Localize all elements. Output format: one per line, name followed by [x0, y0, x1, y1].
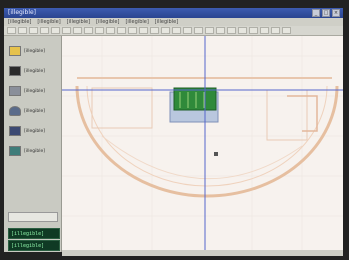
toolbar-button[interactable]	[260, 27, 269, 34]
grid	[62, 36, 343, 250]
menu-item-1[interactable]: [illegible]	[8, 18, 31, 26]
status-readout: [illegible]	[8, 240, 60, 251]
toolbar	[4, 26, 343, 36]
tool-label: [illegible]	[24, 48, 46, 54]
drawing-canvas[interactable]	[62, 36, 343, 250]
toolbar-button[interactable]	[139, 27, 148, 34]
room-outline	[266, 89, 308, 141]
status-readout: [illegible]	[8, 228, 60, 239]
maximize-button[interactable]: □	[322, 9, 330, 17]
tool-layer[interactable]: [illegible]	[9, 84, 55, 98]
room-outline	[91, 87, 153, 129]
tool-label: [illegible]	[24, 148, 46, 154]
menu-item-2[interactable]: [illegible]	[37, 18, 60, 26]
close-button[interactable]: ×	[332, 9, 340, 17]
camera-icon	[9, 126, 21, 136]
toolbar-button[interactable]	[249, 27, 258, 34]
window-title: [illegible]	[8, 9, 37, 16]
toolbar-button[interactable]	[73, 27, 82, 34]
screen: [illegible] _ □ × [illegible] [illegible…	[0, 0, 349, 260]
tool-label: [illegible]	[24, 128, 46, 134]
tool-label: [illegible]	[24, 68, 46, 74]
monitor-icon	[9, 66, 21, 76]
menu-item-4[interactable]: [illegible]	[96, 18, 119, 26]
toolbar-button[interactable]	[51, 27, 60, 34]
toolbar-button[interactable]	[29, 27, 38, 34]
toolbar-button[interactable]	[282, 27, 291, 34]
layer-icon	[9, 86, 21, 96]
menu-item-5[interactable]: [illegible]	[125, 18, 148, 26]
tool-label: [illegible]	[24, 88, 46, 94]
toolbar-button[interactable]	[7, 27, 16, 34]
toolbar-button[interactable]	[84, 27, 93, 34]
toolbar-button[interactable]	[95, 27, 104, 34]
floor-plan-drawing	[62, 36, 343, 250]
toolbar-button[interactable]	[216, 27, 225, 34]
menu-item-3[interactable]: [illegible]	[67, 18, 90, 26]
minimize-button[interactable]: _	[312, 9, 320, 17]
tool-person[interactable]: [illegible]	[9, 104, 55, 118]
toolbar-button[interactable]	[271, 27, 280, 34]
menu-bar: [illegible] [illegible] [illegible] [ill…	[4, 18, 343, 26]
tool-monitor[interactable]: [illegible]	[9, 64, 55, 78]
title-bar: [illegible] _ □ ×	[4, 8, 343, 18]
toolbar-button[interactable]	[150, 27, 159, 34]
toolbar-button[interactable]	[18, 27, 27, 34]
toolbar-button[interactable]	[183, 27, 192, 34]
tool-camera[interactable]: [illegible]	[9, 124, 55, 138]
toolbar-button[interactable]	[227, 27, 236, 34]
tool-render[interactable]: [illegible]	[9, 144, 55, 158]
tool-label: [illegible]	[24, 108, 46, 114]
toolbar-button[interactable]	[161, 27, 170, 34]
toolbar-button[interactable]	[205, 27, 214, 34]
arc-outline	[101, 135, 303, 180]
toolbar-button[interactable]	[172, 27, 181, 34]
toolbar-button[interactable]	[40, 27, 49, 34]
toolbar-button[interactable]	[106, 27, 115, 34]
person-icon	[9, 106, 21, 116]
toolbar-button[interactable]	[128, 27, 137, 34]
palette-field[interactable]	[8, 212, 58, 222]
tool-palette: [illegible] [illegible] [illegible] [ill…	[4, 36, 62, 252]
toolbar-button[interactable]	[117, 27, 126, 34]
toolbar-button[interactable]	[238, 27, 247, 34]
status-bar	[62, 250, 343, 256]
menu-item-6[interactable]: [illegible]	[155, 18, 178, 26]
cursor-marker	[214, 152, 218, 156]
toolbar-button[interactable]	[62, 27, 71, 34]
toolbar-button[interactable]	[194, 27, 203, 34]
folder-icon	[9, 46, 21, 56]
tool-folder[interactable]: [illegible]	[9, 44, 55, 58]
render-icon	[9, 146, 21, 156]
